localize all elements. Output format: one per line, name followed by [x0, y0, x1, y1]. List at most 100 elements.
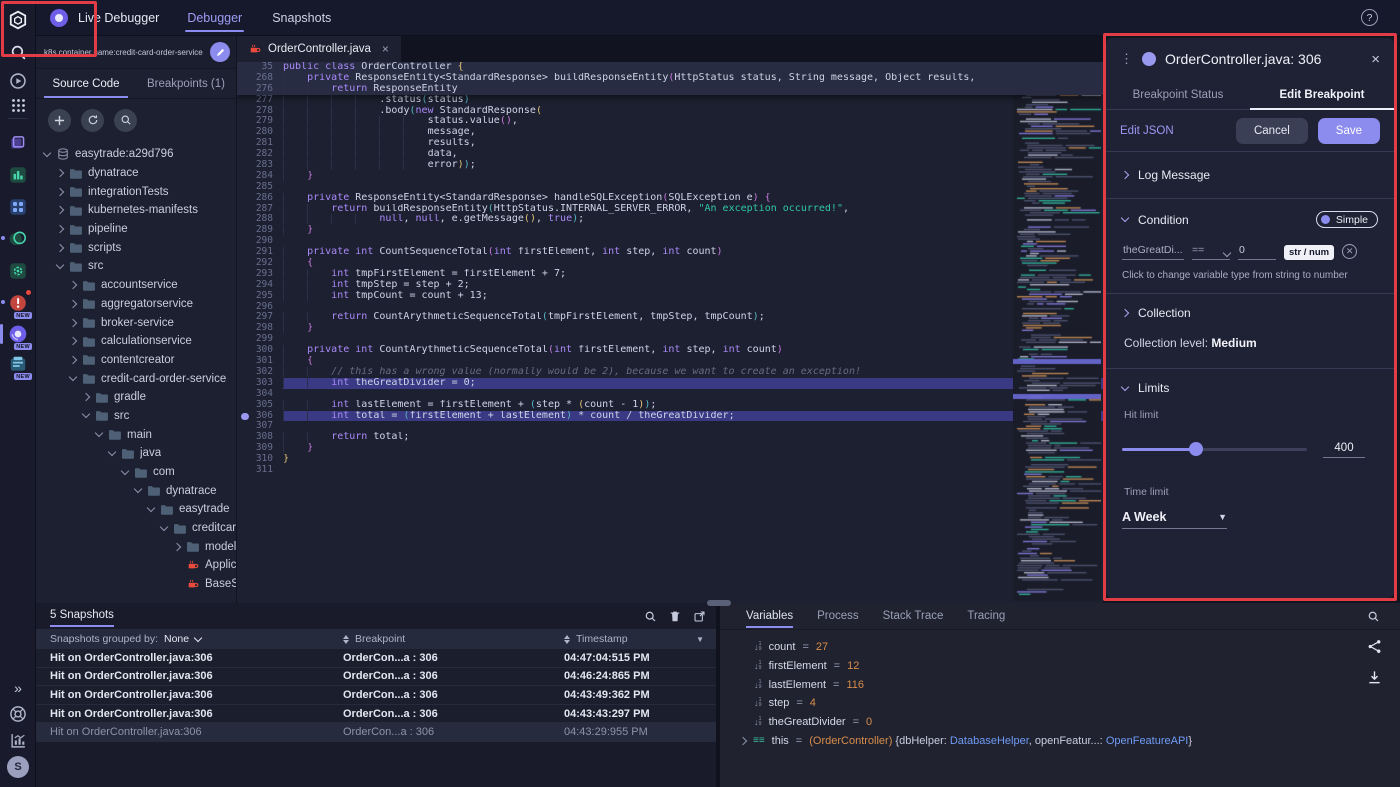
line-number[interactable]: 311: [237, 465, 283, 476]
tree-item-accountservice[interactable]: accountservice: [36, 276, 236, 295]
snapshot-row-3[interactable]: Hit on OrderController.java:306OrderCon.…: [36, 686, 716, 705]
tree-item-dynatrace[interactable]: dynatrace: [36, 481, 236, 500]
tree-item-basescheduler-ja[interactable]: BaseScheduler.ja: [36, 575, 236, 594]
tree-caret-icon[interactable]: [69, 337, 77, 345]
time-limit-select[interactable]: A Week ▼: [1122, 510, 1227, 529]
tree-caret-icon[interactable]: [82, 410, 90, 418]
tree-caret-icon[interactable]: [56, 187, 64, 195]
tab-breakpoint-status[interactable]: Breakpoint Status: [1106, 80, 1250, 109]
tree-item-broker-service[interactable]: broker-service: [36, 313, 236, 332]
tree-caret-icon[interactable]: [69, 300, 77, 308]
tree-item-aggregatorservice[interactable]: aggregatorservice: [36, 295, 236, 314]
tree-item-contentcreator[interactable]: contentcreator: [36, 351, 236, 370]
edit-json-link[interactable]: Edit JSON: [1120, 125, 1174, 137]
condition-mode-toggle[interactable]: Simple: [1316, 211, 1378, 228]
grouped-by-value[interactable]: None: [164, 633, 189, 645]
app-icon-session-replay[interactable]: [6, 227, 30, 251]
cancel-button[interactable]: Cancel: [1236, 118, 1308, 144]
drag-handle-icon[interactable]: ⋮: [1120, 51, 1133, 67]
container-filter[interactable]: k8s.container.name:credit-card-order-ser…: [36, 36, 236, 69]
tab-variables[interactable]: Variables: [746, 604, 793, 628]
add-source-button[interactable]: [48, 109, 71, 132]
support-icon[interactable]: [6, 702, 30, 726]
tree-item-src[interactable]: src: [36, 407, 236, 426]
tree-caret-icon[interactable]: [121, 466, 129, 474]
variable-row-step[interactable]: ↓19step=4: [720, 694, 1400, 713]
panel-resize-handle[interactable]: [707, 600, 731, 606]
save-button[interactable]: Save: [1318, 118, 1380, 144]
tree-item-integrationtests[interactable]: integrationTests: [36, 182, 236, 201]
sort-icon[interactable]: [343, 635, 349, 644]
snapshot-row-5[interactable]: Hit on OrderController.java:306OrderCon.…: [36, 723, 716, 742]
tree-caret-icon[interactable]: [173, 543, 181, 551]
snapshots-count-tab[interactable]: 5 Snapshots: [50, 609, 114, 623]
section-log-message[interactable]: Log Message: [1106, 152, 1394, 199]
edit-filter-button[interactable]: [210, 42, 230, 62]
collection-header[interactable]: Collection: [1122, 306, 1378, 320]
remove-condition-icon[interactable]: ✕: [1342, 244, 1357, 259]
tab-snapshots[interactable]: Snapshots: [270, 1, 333, 35]
open-in-new-icon[interactable]: [693, 610, 706, 623]
line-number[interactable]: 286: [237, 193, 283, 204]
download-icon[interactable]: [1367, 670, 1382, 685]
chevron-down-icon[interactable]: [1121, 214, 1129, 222]
tree-item-dynatrace[interactable]: dynatrace: [36, 164, 236, 183]
line-number[interactable]: 276: [237, 84, 283, 95]
tree-caret-icon[interactable]: [56, 261, 64, 269]
tab-process[interactable]: Process: [817, 604, 859, 628]
app-icon-live-debugger-active[interactable]: NEW: [6, 322, 30, 346]
tab-source-code[interactable]: Source Code: [36, 69, 136, 98]
tab-tracing[interactable]: Tracing: [967, 604, 1005, 628]
condition-variable-input[interactable]: [1122, 244, 1184, 260]
tree-caret-icon[interactable]: [69, 373, 77, 381]
editor-minimap[interactable]: [1013, 64, 1101, 601]
column-breakpoint[interactable]: Breakpoint: [355, 633, 405, 645]
tree-caret-icon[interactable]: [69, 281, 77, 289]
type-toggle-badge[interactable]: str / num: [1284, 245, 1334, 260]
hit-limit-value-input[interactable]: [1323, 441, 1365, 458]
close-panel-icon[interactable]: ×: [1371, 51, 1380, 68]
tree-caret-icon[interactable]: [147, 504, 155, 512]
delete-snapshots-icon[interactable]: [669, 610, 681, 623]
variable-row-count[interactable]: ↓19count=27: [720, 638, 1400, 657]
dynatrace-logo-icon[interactable]: [6, 8, 30, 32]
editor-tab-ordercontroller[interactable]: OrderController.java ×: [237, 36, 401, 62]
tab-debugger[interactable]: Debugger: [185, 1, 244, 35]
share-icon[interactable]: [1367, 639, 1382, 654]
line-number[interactable]: 277: [237, 95, 283, 106]
tree-item-application-java[interactable]: Application.java: [36, 556, 236, 575]
tree-item-pipeline[interactable]: pipeline: [36, 220, 236, 239]
app-launcher-icon[interactable]: [6, 93, 30, 117]
sort-direction-icon[interactable]: ▼: [696, 635, 704, 644]
sort-icon[interactable]: [564, 635, 570, 644]
search-icon[interactable]: [6, 40, 30, 64]
usage-chart-icon[interactable]: [6, 728, 30, 752]
getting-started-icon[interactable]: [6, 69, 30, 93]
tree-item-calculationservice[interactable]: calculationservice: [36, 332, 236, 351]
tab-edit-breakpoint[interactable]: Edit Breakpoint: [1250, 80, 1394, 109]
tab-breakpoints[interactable]: Breakpoints (1): [136, 69, 236, 98]
tree-item-com[interactable]: com: [36, 463, 236, 482]
search-variables-icon[interactable]: [1367, 610, 1380, 623]
tree-item-main[interactable]: main: [36, 425, 236, 444]
breakpoint-dot-icon[interactable]: [241, 413, 249, 421]
tree-item-creditcardorderserv[interactable]: creditcardorderserv: [36, 519, 236, 538]
tree-item-src[interactable]: src: [36, 257, 236, 276]
tree-caret-icon[interactable]: [82, 393, 90, 401]
app-icon-layers[interactable]: [6, 131, 30, 155]
help-icon[interactable]: ?: [1361, 9, 1378, 26]
tree-item-kubernetes-manifests[interactable]: kubernetes-manifests: [36, 201, 236, 220]
tree-caret-icon[interactable]: [160, 522, 168, 530]
app-icon-problems[interactable]: NEW: [6, 291, 30, 315]
expand-caret-icon[interactable]: [739, 737, 747, 745]
app-icon-workflows[interactable]: NEW: [6, 352, 30, 376]
app-icon-modules[interactable]: [6, 195, 30, 219]
tree-caret-icon[interactable]: [43, 149, 51, 157]
hit-limit-slider[interactable]: [1122, 448, 1307, 451]
variable-row-lastElement[interactable]: ↓19lastElement=116: [720, 675, 1400, 694]
search-files-button[interactable]: [114, 109, 137, 132]
tree-item-gradle[interactable]: gradle: [36, 388, 236, 407]
variable-row-this[interactable]: ≡≡this=(OrderController) {dbHelper: Data…: [720, 731, 1400, 750]
tree-caret-icon[interactable]: [134, 485, 142, 493]
user-avatar[interactable]: S: [6, 755, 30, 779]
